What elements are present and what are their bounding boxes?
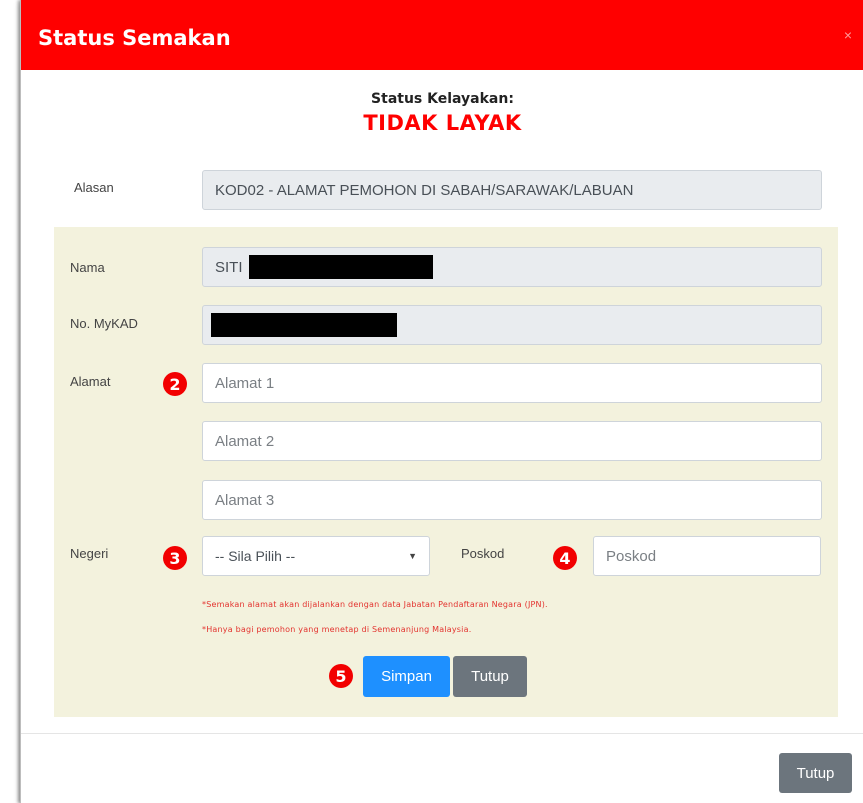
close-icon[interactable]: × <box>844 28 852 42</box>
note-semenanjung: *Hanya bagi pemohon yang menetap di Seme… <box>202 625 472 634</box>
redacted-block <box>211 313 397 337</box>
mykad-label: No. MyKAD <box>70 316 138 331</box>
nama-value: SITI <box>215 258 243 276</box>
poskod-field[interactable] <box>593 536 821 576</box>
tutup-form-button[interactable]: Tutup <box>453 656 527 697</box>
alamat-label: Alamat <box>70 374 111 389</box>
nama-field: SITI <box>202 247 822 287</box>
alamat3-field[interactable] <box>202 480 822 520</box>
alamat2-field[interactable] <box>202 421 822 461</box>
alasan-value: KOD02 - ALAMAT PEMOHON DI SABAH/SARAWAK/… <box>215 181 634 199</box>
alamat1-input[interactable] <box>215 374 821 392</box>
negeri-selected-value: -- Sila Pilih -- <box>215 548 296 564</box>
step-badge-2: 2 <box>163 372 187 396</box>
mykad-field <box>202 305 822 345</box>
status-kelayakan-label: Status Kelayakan: <box>371 91 514 107</box>
footer-divider <box>21 733 863 734</box>
alasan-field: KOD02 - ALAMAT PEMOHON DI SABAH/SARAWAK/… <box>202 170 822 210</box>
note-jpn: *Semakan alamat akan dijalankan dengan d… <box>202 600 548 609</box>
alasan-label: Alasan <box>74 180 114 195</box>
poskod-label: Poskod <box>461 546 505 561</box>
poskod-input[interactable] <box>606 547 820 565</box>
modal-title: Status Semakan <box>38 26 231 50</box>
tutup-footer-button[interactable]: Tutup <box>779 753 852 793</box>
caret-down-icon: ▼ <box>408 551 417 561</box>
modal-header: Status Semakan × <box>21 0 863 70</box>
step-badge-3: 3 <box>163 546 187 570</box>
negeri-label: Negeri <box>70 546 109 561</box>
status-semakan-modal: Status Semakan × Status Kelayakan: TIDAK… <box>20 0 863 803</box>
step-badge-4: 4 <box>553 546 577 570</box>
simpan-button[interactable]: Simpan <box>363 656 450 697</box>
status-kelayakan-value: TIDAK LAYAK <box>363 111 522 135</box>
nama-label: Nama <box>70 260 105 275</box>
negeri-select[interactable]: -- Sila Pilih -- ▼ <box>202 536 430 576</box>
alamat2-input[interactable] <box>215 432 821 450</box>
step-badge-5: 5 <box>329 664 353 688</box>
address-form-panel <box>54 227 838 717</box>
redacted-block <box>248 255 433 279</box>
alamat3-input[interactable] <box>215 491 821 509</box>
alamat1-field[interactable] <box>202 363 822 403</box>
